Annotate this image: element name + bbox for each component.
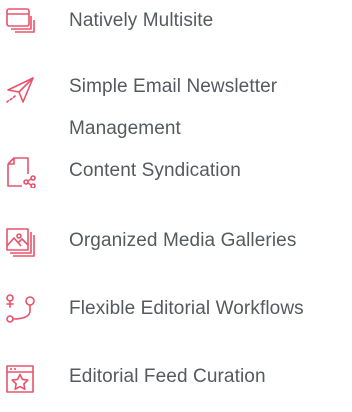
- document-share-icon: [4, 156, 36, 188]
- feature-label: Editorial Feed Curation: [69, 366, 266, 387]
- paper-plane-icon: [4, 74, 36, 106]
- feature-label: Organized Media Galleries: [69, 230, 297, 251]
- feature-label: Flexible Editorial Workflows: [69, 298, 304, 319]
- feature-list: Natively Multisite Simple Email Newslett…: [0, 0, 352, 412]
- feature-label: Content Syndication: [69, 160, 241, 181]
- star-calendar-icon: [4, 363, 36, 395]
- browser-windows-icon: [4, 6, 36, 38]
- feature-label: Simple Email Newsletter Management: [69, 76, 278, 139]
- workflow-icon: [4, 293, 36, 325]
- image-gallery-icon: [4, 226, 36, 258]
- feature-label: Natively Multisite: [69, 10, 214, 31]
